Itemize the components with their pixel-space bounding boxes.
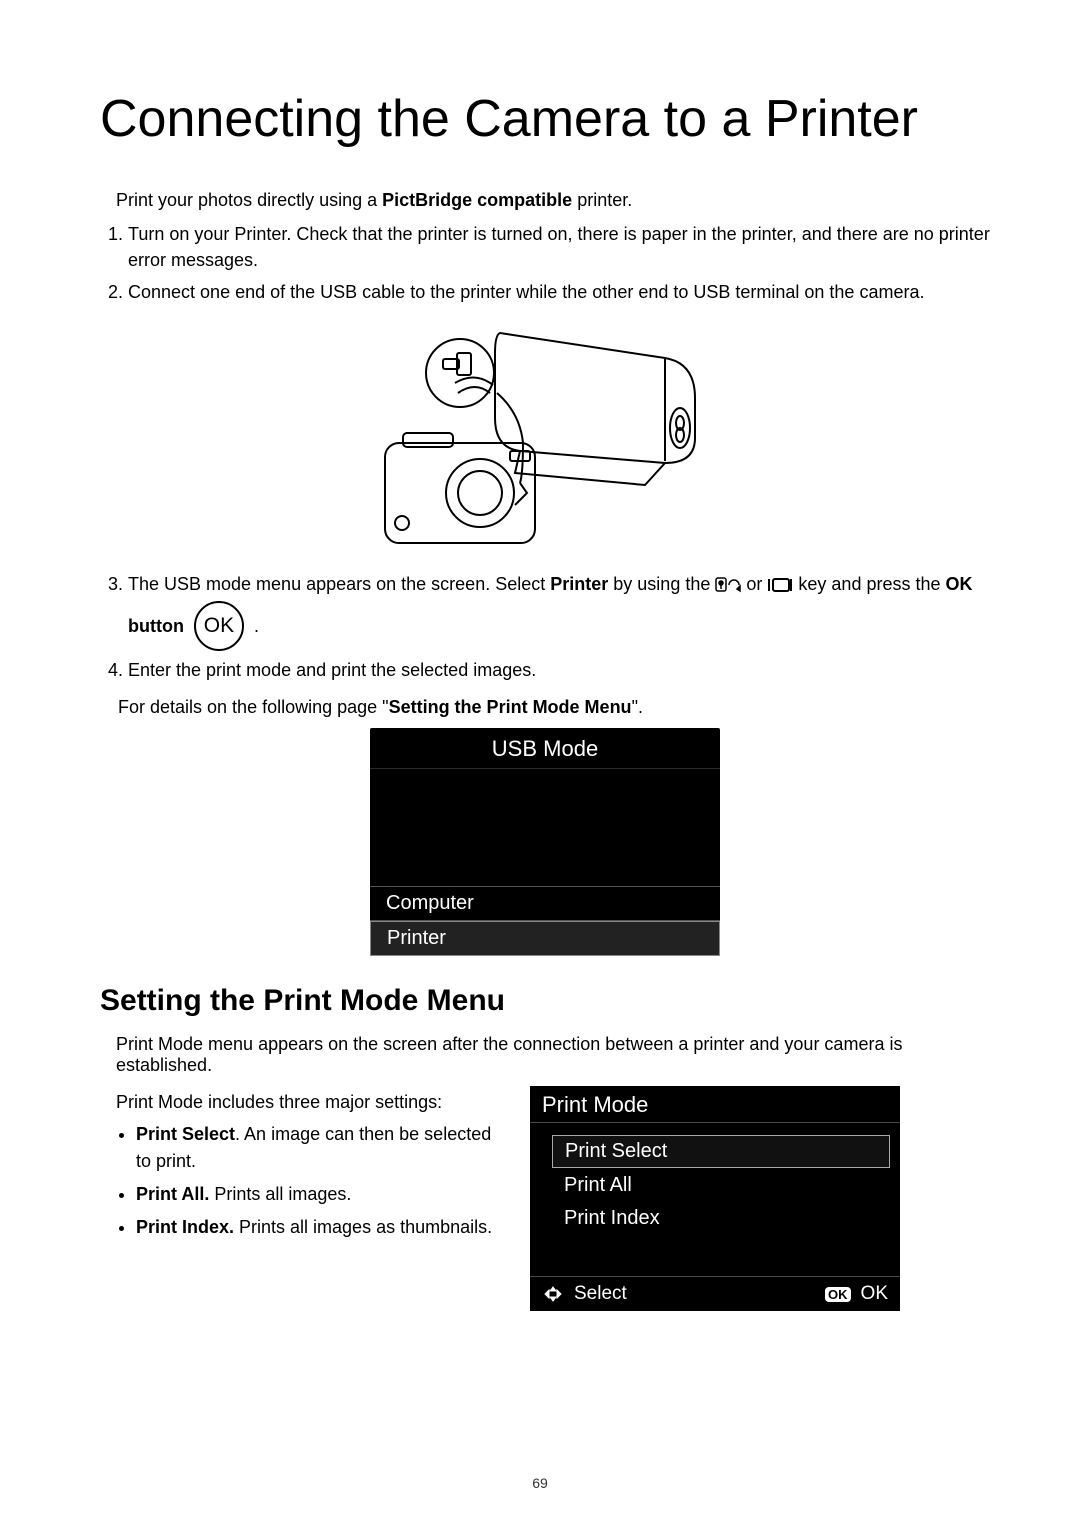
step-2: Connect one end of the USB cable to the … (128, 279, 990, 305)
bullet-print-all-rest: Prints all images. (209, 1184, 351, 1204)
ok-button-icon: OK (194, 601, 244, 651)
bullet-print-index-bold: Print Index. (136, 1217, 234, 1237)
section2-p2: Print Mode includes three major settings… (116, 1092, 500, 1113)
usb-mode-body (370, 769, 720, 886)
step-3: The USB mode menu appears on the screen.… (128, 571, 990, 651)
lead-text-after: printer. (572, 190, 632, 210)
step3-period: . (254, 613, 259, 639)
details-before: For details on the following page " (118, 697, 389, 717)
step3-text-d: or (746, 574, 767, 594)
step3-ok-bold: OK (946, 574, 973, 594)
print-mode-head: Print Mode (530, 1086, 900, 1123)
bullet-print-select-bold: Print Select (136, 1124, 235, 1144)
step-4: Enter the print mode and print the selec… (128, 657, 990, 683)
step3-button-bold: button (128, 613, 184, 639)
bullet-print-select: Print Select. An image can then be selec… (136, 1121, 500, 1175)
display-key-icon (767, 577, 793, 593)
macro-key-icon (715, 577, 741, 593)
lead-text-bold: PictBridge compatible (382, 190, 572, 210)
section2-p1: Print Mode menu appears on the screen af… (116, 1034, 990, 1076)
bullet-print-index-rest: Prints all images as thumbnails. (234, 1217, 492, 1237)
print-mode-foot-ok: OK (861, 1283, 888, 1305)
page-title: Connecting the Camera to a Printer (100, 90, 990, 150)
print-mode-footer: Select OK OK (530, 1276, 900, 1311)
ok-badge-icon: OK (825, 1287, 851, 1302)
step3-printer-bold: Printer (550, 574, 608, 594)
print-mode-foot-select: Select (574, 1283, 627, 1305)
step3-text-e: key and press the (798, 574, 945, 594)
camera-printer-illustration (365, 323, 725, 553)
lead-text-before: Print your photos directly using a (116, 190, 382, 210)
print-mode-bullets: Print Select. An image can then be selec… (136, 1121, 500, 1241)
steps-list: Turn on your Printer. Check that the pri… (128, 221, 990, 305)
bullet-print-index: Print Index. Prints all images as thumbn… (136, 1214, 500, 1241)
lead-paragraph: Print your photos directly using a PictB… (116, 190, 990, 211)
print-mode-opt-select: Print Select (552, 1135, 890, 1168)
print-mode-area: Print Select Print All Print Index (530, 1123, 900, 1276)
bullet-print-all: Print All. Prints all images. (136, 1181, 500, 1208)
details-after: ". (632, 697, 643, 717)
details-bold: Setting the Print Mode Menu (389, 697, 632, 717)
steps-list-cont: The USB mode menu appears on the screen.… (128, 571, 990, 683)
step3-text-c: by using the (608, 574, 715, 594)
usb-mode-item-computer: Computer (370, 886, 720, 921)
details-paragraph: For details on the following page "Setti… (118, 697, 990, 718)
section2-title: Setting the Print Mode Menu (100, 984, 990, 1018)
bullet-print-all-bold: Print All. (136, 1184, 209, 1204)
usb-mode-item-printer: Printer (370, 921, 720, 956)
usb-mode-title: USB Mode (370, 728, 720, 769)
usb-mode-screen: USB Mode Computer Printer (370, 728, 720, 956)
page-number: 69 (0, 1475, 1080, 1491)
print-mode-opt-index: Print Index (552, 1203, 890, 1234)
step-1: Turn on your Printer. Check that the pri… (128, 221, 990, 273)
dpad-icon (542, 1286, 564, 1302)
step3-text-a: The USB mode menu appears on the screen.… (128, 574, 550, 594)
print-mode-opt-all: Print All (552, 1170, 890, 1201)
print-mode-screen: Print Mode Print Select Print All Print … (530, 1086, 900, 1311)
